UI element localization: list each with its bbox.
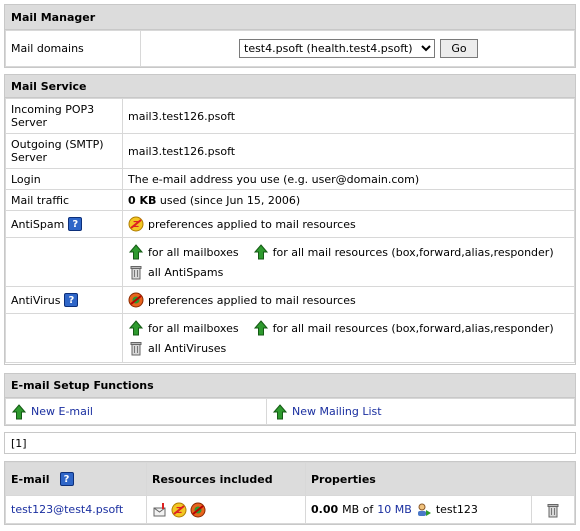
add-icon[interactable]: [272, 403, 288, 420]
mail-traffic-value: 0 KB used (since Jun 15, 2006): [122, 189, 575, 211]
smtp-label: Outgoing (SMTP) Server: [5, 133, 123, 169]
antivirus-pref-cell: preferences applied to mail resources: [122, 286, 575, 314]
mail-traffic-label: Mail traffic: [5, 189, 123, 211]
properties-column-header: Properties: [305, 462, 575, 496]
help-icon[interactable]: ?: [68, 217, 83, 231]
pagination-bar: [1]: [4, 432, 576, 454]
mail-service-panel: Mail Service Incoming POP3 Server mail3.…: [4, 74, 576, 365]
help-icon[interactable]: ?: [59, 472, 74, 486]
email-address-link[interactable]: test123@test4.psoft: [11, 503, 123, 516]
antispam-all-mailboxes-link[interactable]: for all mailboxes: [148, 246, 239, 259]
antivirus-all-resources-link[interactable]: for all mail resources (box,forward,alia…: [273, 322, 554, 335]
antivirus-all-mailboxes-link[interactable]: for all mailboxes: [148, 322, 239, 335]
antivirus-pref-text: preferences applied to mail resources: [148, 293, 356, 307]
add-icon[interactable]: [253, 320, 269, 336]
login-label: Login: [5, 168, 123, 190]
add-icon[interactable]: [128, 244, 144, 260]
antispam-icon[interactable]: Z: [171, 502, 187, 518]
help-icon[interactable]: ?: [64, 293, 79, 307]
svg-text:Z: Z: [133, 220, 139, 229]
page-indicator: [1]: [11, 436, 27, 450]
owner-name: test123: [435, 503, 478, 516]
antispam-icon[interactable]: Z: [128, 216, 144, 232]
trash-icon[interactable]: [545, 502, 561, 518]
mail-manager-panel: Mail Manager Mail domains test4.psoft (h…: [4, 4, 576, 68]
mail-manager-title: Mail Manager: [5, 5, 575, 30]
add-icon[interactable]: [11, 403, 27, 420]
used-amount: 0.00: [311, 503, 339, 516]
mail-domains-label: Mail domains: [5, 30, 141, 67]
antispam-pref-cell: Z preferences applied to mail resources: [122, 210, 575, 238]
mailbox-icon[interactable]: [152, 502, 168, 518]
mail-service-title: Mail Service: [5, 75, 575, 98]
trash-icon[interactable]: [128, 340, 144, 356]
setup-functions-panel: E-mail Setup Functions New E-mail New Ma…: [4, 373, 576, 426]
email-table-panel: E-mail? Resources included Properties te…: [4, 461, 576, 525]
traffic-since: used (since Jun 15, 2006): [159, 193, 301, 207]
antispam-pref-text: preferences applied to mail resources: [148, 217, 356, 231]
antivirus-delete-all-link[interactable]: all AntiViruses: [148, 342, 226, 355]
login-value: The e-mail address you use (e.g. user@do…: [122, 168, 575, 190]
antispam-delete-all-link[interactable]: all AntiSpams: [148, 266, 223, 279]
add-icon[interactable]: [253, 244, 269, 260]
table-row: test123@test4.psoft Z 0.00 MB of 10 MB t…: [5, 495, 575, 524]
smtp-value: mail3.test126.psoft: [122, 133, 575, 169]
resources-column-header: Resources included: [146, 462, 306, 496]
mb-of-text: MB of: [342, 503, 374, 516]
user-icon[interactable]: [416, 502, 432, 518]
new-mailing-list-link[interactable]: New Mailing List: [292, 405, 382, 418]
antivirus-icon[interactable]: [128, 292, 144, 308]
antispam-label: AntiSpam: [11, 217, 65, 231]
email-column-header: E-mail: [11, 472, 50, 486]
mail-domain-select[interactable]: test4.psoft (health.test4.psoft): [239, 39, 435, 58]
antivirus-actions-cell: for all mailboxes for all mail resources…: [122, 313, 575, 363]
setup-functions-title: E-mail Setup Functions: [5, 374, 575, 398]
svg-text:Z: Z: [176, 506, 182, 515]
antispam-label-cell: AntiSpam?: [5, 210, 123, 238]
trash-icon[interactable]: [128, 264, 144, 280]
go-button[interactable]: Go: [440, 39, 478, 58]
traffic-amount: 0 KB: [128, 193, 157, 207]
antispam-actions-cell: for all mailboxes for all mail resources…: [122, 237, 575, 287]
antivirus-icon[interactable]: [190, 502, 206, 518]
pop3-label: Incoming POP3 Server: [5, 98, 123, 134]
antispam-all-resources-link[interactable]: for all mail resources (box,forward,alia…: [273, 246, 554, 259]
quota-link[interactable]: 10 MB: [377, 503, 412, 516]
add-icon[interactable]: [128, 320, 144, 336]
antivirus-label: AntiVirus: [11, 293, 61, 307]
antivirus-label-cell: AntiVirus?: [5, 286, 123, 314]
new-email-link[interactable]: New E-mail: [31, 405, 93, 418]
pop3-value: mail3.test126.psoft: [122, 98, 575, 134]
